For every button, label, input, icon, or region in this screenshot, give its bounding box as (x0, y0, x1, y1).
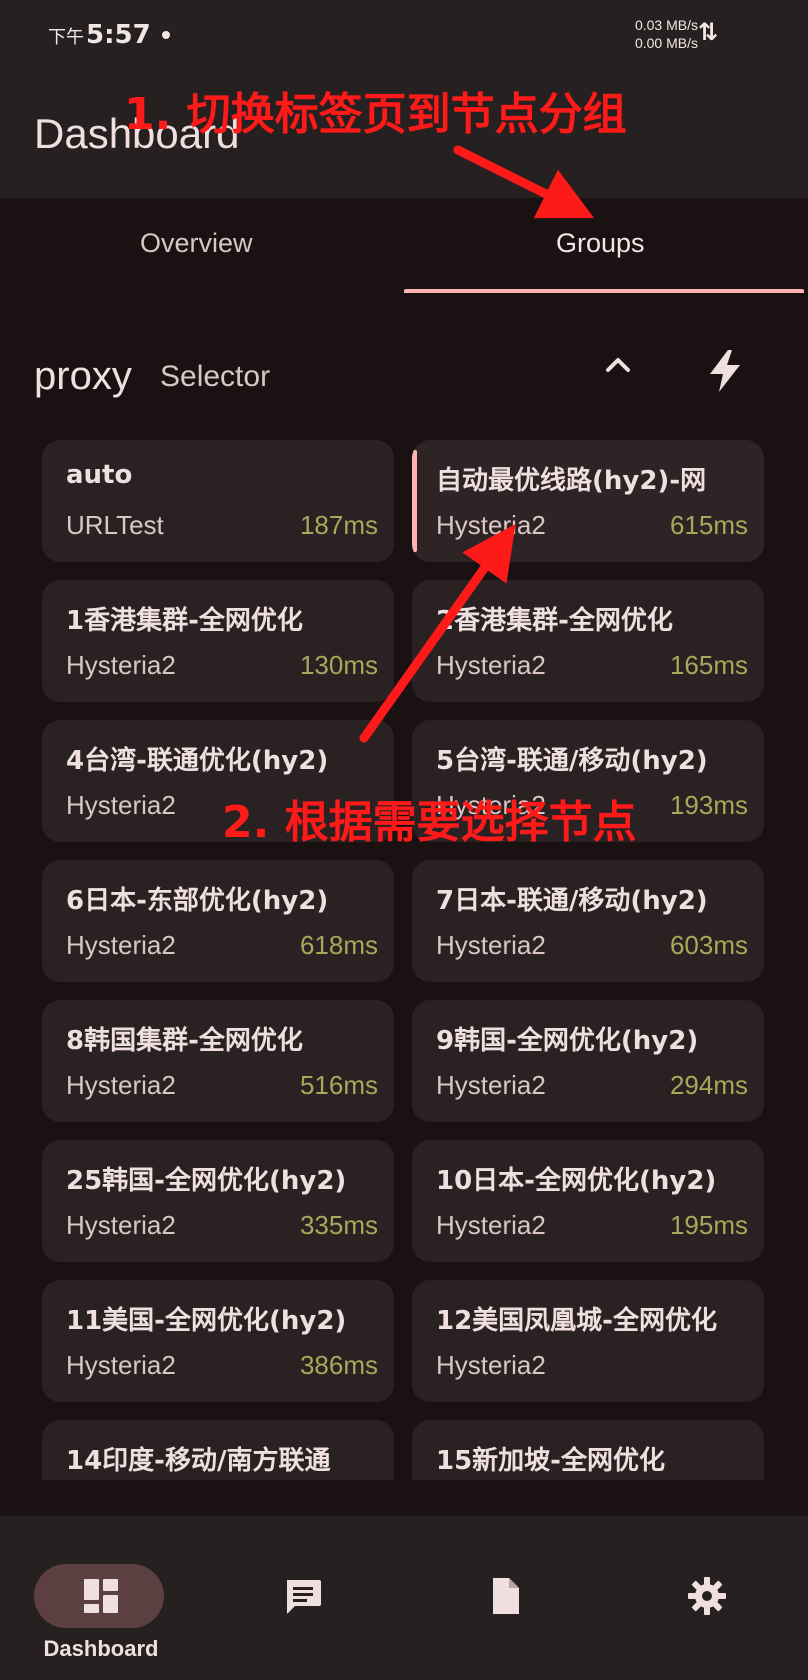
proxy-card[interactable]: 11美国-全网优化(hy2) Hysteria2 386ms (42, 1280, 394, 1402)
proxy-type: Hysteria2 (66, 1070, 176, 1100)
proxy-card[interactable]: 1香港集群-全网优化 Hysteria2 130ms (42, 580, 394, 702)
proxy-name: 6日本-东部优化(hy2) (66, 886, 329, 916)
download-speed: 0.00 MB/s (634, 35, 698, 51)
proxy-name: 14印度-移动/南方联通 (66, 1446, 331, 1476)
proxy-delay: 516ms (299, 1070, 378, 1100)
proxy-name: 1香港集群-全网优化 (66, 606, 303, 636)
proxy-delay: 165ms (669, 650, 748, 680)
proxy-name: auto (66, 460, 133, 490)
proxy-name: 15新加坡-全网优化 (436, 1446, 665, 1476)
proxy-card[interactable]: 自动最优线路(hy2)-网 Hysteria2 615ms (412, 440, 764, 562)
proxy-card[interactable]: 14印度-移动/南方联通 (42, 1420, 394, 1480)
message-icon (287, 1580, 321, 1614)
nav-dashboard[interactable]: Dashboard (0, 1540, 202, 1661)
proxy-name: 25韩国-全网优化(hy2) (66, 1166, 347, 1196)
proxy-delay: 615ms (669, 510, 748, 540)
proxy-card[interactable]: 6日本-东部优化(hy2) Hysteria2 618ms (42, 860, 394, 982)
status-period: 下午 (48, 27, 84, 48)
tab-indicator (404, 289, 804, 293)
nav-settings[interactable] (606, 1540, 808, 1660)
data-transfer-icon: ⇅ (698, 18, 719, 46)
proxy-name: 12美国凤凰城-全网优化 (436, 1306, 717, 1336)
proxy-name: 9韩国-全网优化(hy2) (436, 1026, 699, 1056)
proxy-delay: 386ms (299, 1350, 378, 1380)
tab-groups[interactable]: Groups (556, 228, 645, 259)
group-name: proxy (34, 354, 132, 398)
notification-dot (162, 31, 170, 39)
gear-icon (688, 1577, 726, 1615)
proxy-name: 10日本-全网优化(hy2) (436, 1166, 717, 1196)
proxy-type: Hysteria2 (436, 650, 546, 680)
nav-messages[interactable] (202, 1540, 404, 1660)
proxy-card[interactable]: 7日本-联通/移动(hy2) Hysteria2 603ms (412, 860, 764, 982)
nav-dashboard-label: Dashboard (43, 1636, 159, 1661)
proxy-delay: 335ms (299, 1210, 378, 1240)
proxy-name: 2香港集群-全网优化 (436, 606, 673, 636)
proxy-card[interactable]: 12美国凤凰城-全网优化 Hysteria2 (412, 1280, 764, 1402)
proxy-name: 自动最优线路(hy2)-网 (436, 466, 707, 496)
document-icon (493, 1578, 519, 1614)
proxy-name: 11美国-全网优化(hy2) (66, 1306, 347, 1336)
proxy-delay: 195ms (669, 1210, 748, 1240)
proxy-card[interactable]: 15新加坡-全网优化 (412, 1420, 764, 1480)
proxy-type: URLTest (66, 510, 164, 540)
lightning-icon[interactable] (700, 346, 750, 396)
status-clock: 5:57 (86, 20, 151, 50)
bottom-navigation: Dashboard (0, 1516, 808, 1680)
proxy-type: Hysteria2 (66, 790, 176, 820)
tab-overview[interactable]: Overview (140, 228, 253, 259)
proxy-type: Hysteria2 (66, 650, 176, 680)
proxy-name: 8韩国集群-全网优化 (66, 1026, 303, 1056)
proxy-card[interactable]: 8韩国集群-全网优化 Hysteria2 516ms (42, 1000, 394, 1122)
proxy-list: auto URLTest 187ms 自动最优线路(hy2)-网 Hysteria2 61… (0, 440, 808, 1480)
chevron-up-icon[interactable] (598, 346, 638, 386)
proxy-delay: 130ms (299, 650, 378, 680)
proxy-type: Hysteria2 (436, 510, 546, 540)
group-type: Selector (160, 360, 271, 393)
upload-speed: 0.03 MB/s (634, 17, 698, 33)
proxy-type: Hysteria2 (436, 1210, 546, 1240)
status-bar: 下午5:57 0.03 MB/s 0.00 MB/s ⇅ (0, 0, 808, 66)
annotation-step-2: 2. 根据需要选择节点 (222, 797, 637, 848)
proxy-name: 4台湾-联通优化(hy2) (66, 746, 329, 776)
proxy-name: 5台湾-联通/移动(hy2) (436, 746, 708, 776)
dashboard-icon (84, 1579, 118, 1613)
proxy-card[interactable]: 2香港集群-全网优化 Hysteria2 165ms (412, 580, 764, 702)
proxy-type: Hysteria2 (436, 1070, 546, 1100)
proxy-type: Hysteria2 (436, 1350, 546, 1380)
proxy-card[interactable]: 9韩国-全网优化(hy2) Hysteria2 294ms (412, 1000, 764, 1122)
proxy-delay: 294ms (669, 1070, 748, 1100)
proxy-delay: 193ms (669, 790, 748, 820)
proxy-type: Hysteria2 (66, 1210, 176, 1240)
status-time: 下午5:57 (48, 20, 151, 50)
proxy-card[interactable]: auto URLTest 187ms (42, 440, 394, 562)
proxy-delay: 187ms (299, 510, 378, 540)
proxy-type: Hysteria2 (436, 930, 546, 960)
proxy-type: Hysteria2 (66, 930, 176, 960)
proxy-name: 7日本-联通/移动(hy2) (436, 886, 708, 916)
annotation-step-1: 1. 切换标签页到节点分组 (124, 89, 627, 140)
group-header: proxy Selector (0, 340, 808, 410)
proxy-type: Hysteria2 (66, 1350, 176, 1380)
proxy-card[interactable]: 25韩国-全网优化(hy2) Hysteria2 335ms (42, 1140, 394, 1262)
network-speed: 0.03 MB/s 0.00 MB/s (635, 16, 698, 52)
tab-bar: Overview Groups (0, 198, 808, 294)
proxy-delay: 603ms (669, 930, 748, 960)
proxy-delay: 618ms (299, 930, 378, 960)
nav-logs[interactable] (404, 1540, 606, 1660)
proxy-card[interactable]: 10日本-全网优化(hy2) Hysteria2 195ms (412, 1140, 764, 1262)
